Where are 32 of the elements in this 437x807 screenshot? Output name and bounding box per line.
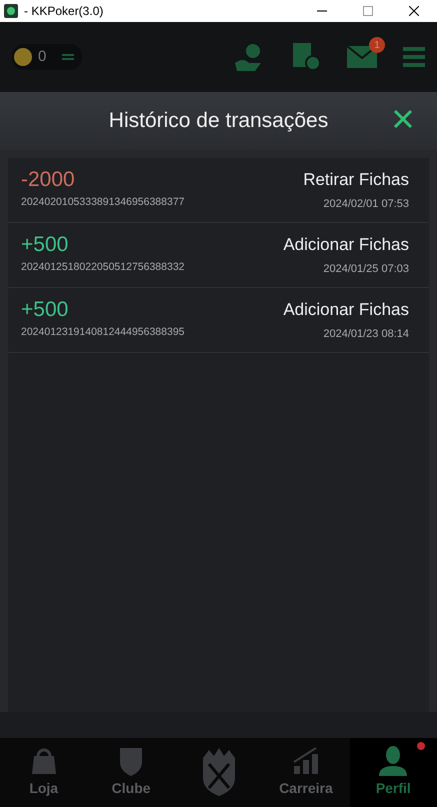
person-icon <box>379 746 408 776</box>
transaction-id: 2024012518022050512756388332 <box>21 260 185 275</box>
coin-icon <box>14 48 32 66</box>
transaction-type: Adicionar Fichas <box>283 234 409 256</box>
history-icon[interactable] <box>293 43 321 71</box>
transaction-type: Retirar Fichas <box>303 169 409 191</box>
mail-icon[interactable] <box>347 46 377 68</box>
transaction-id: 2024012319140812444956388395 <box>21 325 185 340</box>
transaction-date: 2024/01/23 08:14 <box>322 327 409 342</box>
balance-amount: 0 <box>38 46 46 67</box>
nav-tab[interactable]: Loja <box>0 738 88 807</box>
transaction-amount: +500 <box>21 298 70 322</box>
balance-pill[interactable]: 0 <box>12 44 82 70</box>
nav-tab[interactable]: Carreira <box>262 738 350 807</box>
window-title: - KKPoker(3.0) <box>24 3 104 20</box>
close-icon <box>409 6 419 16</box>
transaction-date: 2024/02/01 07:53 <box>322 197 409 212</box>
notification-badge: 1 <box>369 37 385 53</box>
dialog-title: Histórico de transações <box>108 108 328 134</box>
exchange-icon <box>62 52 74 62</box>
chart-icon <box>292 746 320 776</box>
transaction-type: Adicionar Fichas <box>283 299 409 321</box>
transaction-amount: +500 <box>21 233 70 257</box>
bag-icon <box>30 746 58 776</box>
menu-icon[interactable] <box>403 47 425 67</box>
nav-tab[interactable]: Clube <box>87 738 175 807</box>
transaction-id: 2024020105333891346956388377 <box>21 195 185 210</box>
transaction-date: 2024/01/25 07:03 <box>322 262 409 277</box>
app-icon <box>4 4 18 18</box>
maximize-icon <box>363 6 373 16</box>
transaction-amount: -2000 <box>21 168 76 192</box>
nav-tab[interactable]: Perfil <box>350 738 437 807</box>
